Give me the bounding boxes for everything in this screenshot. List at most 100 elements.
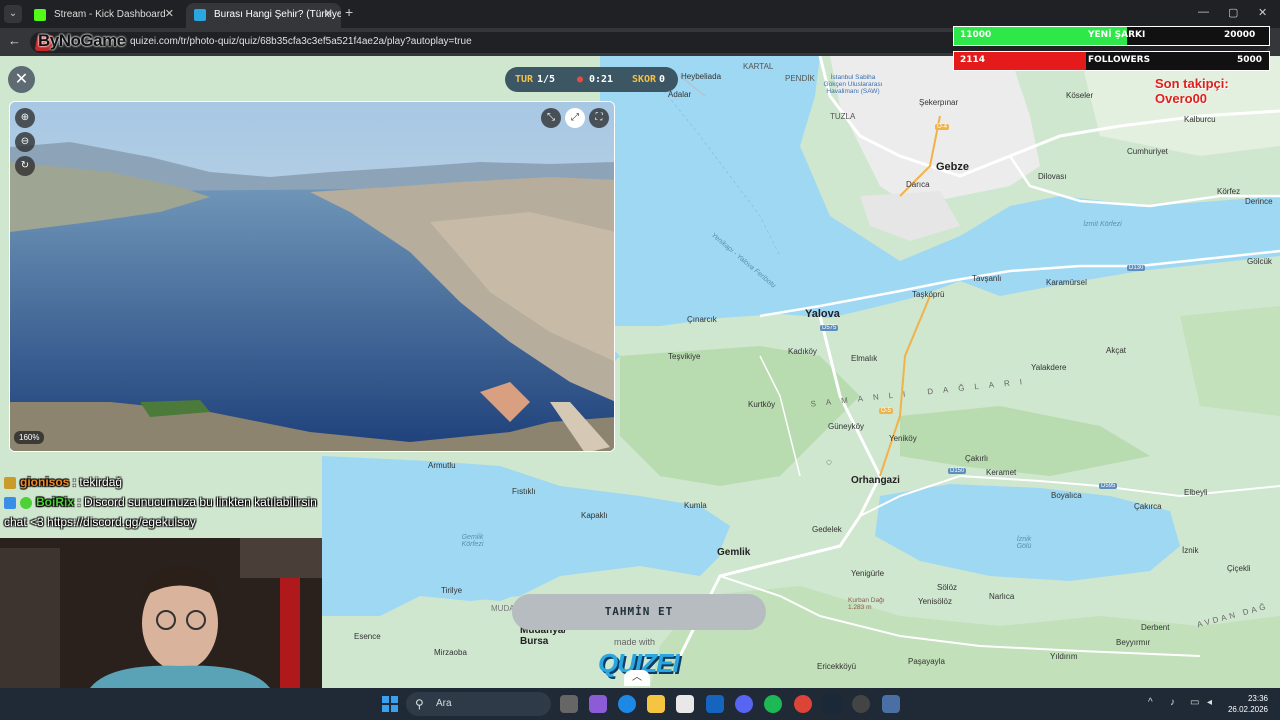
chat-username: BoiRix [36,495,75,509]
chrome-icon[interactable] [794,695,812,713]
road-shield: O-4 [935,124,950,130]
map-place-label: KARTAL [743,62,774,71]
map-place-label: Armutlu [428,461,456,470]
timer-icon: ● [577,74,584,85]
map-place-label: Tavşanlı [972,274,1002,283]
tab-close-icon[interactable]: ✕ [165,3,174,26]
map-place-label: Köseler [1066,91,1094,100]
volume-icon[interactable]: ◂ [1207,697,1212,708]
tray-chevron-icon[interactable]: ^ [1148,697,1153,708]
store-icon[interactable] [676,695,694,713]
goal-current: 2114 [960,55,986,65]
road-shield: O-5 [879,408,894,414]
webcam-image [0,538,322,688]
network-icon[interactable]: ▭ [1190,697,1199,708]
map-place-label: PENDİK [785,74,815,83]
tab-kick-dashboard[interactable]: Stream - Kick Dashboard ✕ [26,3,182,28]
map-city-label: Gebze [936,161,970,173]
map-place-label: Güneyköy [828,422,865,431]
map-place-label: Heybeliada [681,72,722,81]
app-icon[interactable] [882,695,900,713]
mail-icon[interactable] [706,695,724,713]
map-place-label: Çiçekli [1227,564,1251,573]
map-water-label: İznik Gölü [1016,536,1032,550]
map-place-label: Çakırca [1134,502,1162,511]
shrink-icon[interactable]: ⤡ [541,108,561,128]
copilot-icon[interactable] [589,695,607,713]
minimize-button[interactable]: — [1198,6,1209,18]
close-window-button[interactable]: ✕ [1258,6,1267,19]
zoom-in-icon[interactable]: ⊕ [15,108,35,128]
map-place-label: Yalakdere [1031,363,1067,372]
enlarge-icon[interactable]: ⤢ [565,108,585,128]
map-place-label: Gedelek [812,525,842,534]
map-place-label: Cumhuriyet [1127,147,1168,156]
road-shield: D130 [1127,265,1146,271]
reset-view-icon[interactable]: ↻ [15,156,35,176]
goal-target: 5000 [1237,55,1263,65]
map-place-label: Taşköprü [912,290,945,299]
spotify-icon[interactable] [764,695,782,713]
map-place-label: Narlıca [989,592,1015,601]
zoom-out-icon[interactable]: ⊖ [15,132,35,152]
steam-icon[interactable] [823,695,841,713]
map-place-label: Yıldırım [1050,652,1078,661]
fullscreen-icon[interactable]: ⛶ [589,108,609,128]
url-text: quizei.com/tr/photo-quiz/quiz/68b35cfa3c… [130,36,472,47]
photo-zoom-level: 160% [14,431,45,444]
map-place-label: Çakırlı [965,454,989,463]
discord-icon[interactable] [735,695,753,713]
clock-time: 23:36 [1247,694,1268,703]
back-arrow-icon[interactable]: ← [8,33,21,48]
mountain-peak-label: Kurban Dağı 1.283 m [848,597,885,611]
map-place-label: Boyalıca [1051,491,1082,500]
tab-search-button[interactable]: ⌄ [4,5,22,23]
tab-close-icon[interactable]: ✕ [324,3,333,26]
windows-taskbar: ⚲ Ara ^ ♪ ▭ ◂ 23:36 26.02.2026 [0,688,1280,720]
stream-logo: ByNoGame [38,31,126,50]
file-explorer-icon[interactable] [647,695,665,713]
last-follower-label: Son takipçi: Overo00 [1155,76,1229,106]
aerial-photo [10,102,614,451]
quizei-favicon-icon [194,9,206,21]
start-menu-icon[interactable] [382,696,398,712]
map-place-label: TUZLA [830,112,856,121]
microphone-icon[interactable]: ♪ [1170,697,1175,708]
task-view-icon[interactable] [560,695,578,713]
close-quiz-button[interactable]: ✕ [8,66,35,93]
chat-username: gionisos [20,475,70,489]
goal-label: FOLLOWERS [1088,55,1151,65]
map-city-label: Yalova [805,308,840,320]
search-icon: ⚲ [415,697,424,711]
guess-button[interactable]: TAHMİN ET [512,594,766,630]
edge-icon[interactable] [618,695,636,713]
map-place-label: Beyyırmır [1116,638,1151,647]
new-tab-button[interactable]: + [345,4,353,20]
map-place-label: Yenisölöz [918,597,952,606]
map-place-label: Kalburcu [1184,115,1216,124]
map-city-label: Orhangazi [851,475,900,486]
map-place-label: Akçat [1106,346,1127,355]
made-with-text: made with [614,637,656,647]
verified-icon [20,496,32,509]
road-shield: D595 [1099,483,1118,489]
webcam-feed [0,538,322,688]
map-place-label: Darıca [906,180,930,189]
taskbar-search[interactable]: ⚲ Ara [406,692,551,716]
chevron-up-icon[interactable]: ︿ [624,670,650,686]
tab-title: Stream - Kick Dashboard [54,9,166,20]
map-place-label: Mirzaoba [434,648,467,657]
chat-message: gionisos : tekirdağ [4,472,324,492]
score-value: 0 [659,74,666,85]
map-place-label: Körfez [1217,187,1241,196]
system-clock[interactable]: 23:36 26.02.2026 [1226,693,1268,715]
airport-label: İstanbul Sabiha Gökçen Uluslararası Hava… [823,74,883,95]
maximize-button[interactable]: ▢ [1228,6,1238,19]
map-water-label: Gemlik Körfezi [461,534,484,548]
score-label: SKOR [632,74,657,85]
map-cursor-icon: ◌ [826,457,832,468]
tab-quizei[interactable]: Burası Hangi Şehir? (Türkiye) - ( ✕ [186,3,341,28]
quiz-photo[interactable]: ⊕ ⊖ ↻ ⤡ ⤢ ⛶ [9,101,615,452]
map-city-label: Gemlik [717,547,751,558]
obs-icon[interactable] [852,695,870,713]
